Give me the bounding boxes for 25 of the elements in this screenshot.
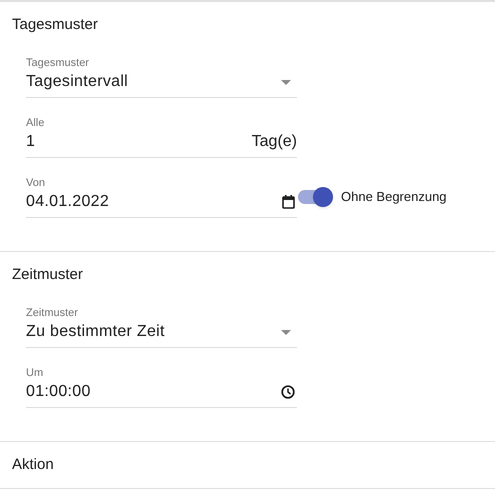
field-label: Zeitmuster	[26, 306, 79, 320]
field-label: Um	[26, 366, 44, 380]
clock-icon[interactable]	[281, 385, 295, 399]
calendar-icon[interactable]	[282, 195, 295, 209]
input-field[interactable]: Von 04.01.2022	[26, 176, 297, 218]
select-field[interactable]: Zeitmuster Zu bestimmter Zeit	[26, 306, 297, 348]
input-field[interactable]: Alle 1 Tag(e)	[26, 116, 297, 158]
section-title: Aktion	[12, 455, 55, 474]
field-value: 04.01.2022	[26, 192, 110, 212]
unit-suffix: Tag(e)	[252, 132, 297, 152]
toggle-switch[interactable]	[298, 190, 332, 204]
dropdown-caret-icon	[281, 330, 291, 334]
toggle-label: Ohne Begrenzung	[341, 188, 447, 206]
field-value: Zu bestimmter Zeit	[26, 322, 165, 342]
field-value: 1	[26, 132, 36, 152]
dropdown-caret-icon	[281, 80, 291, 84]
section-title: Tagesmuster	[12, 15, 99, 34]
field-label: Von	[26, 176, 46, 190]
section-title: Zeitmuster	[12, 265, 84, 284]
field-label: Alle	[26, 116, 46, 130]
field-label: Tagesmuster	[26, 56, 90, 70]
input-field[interactable]: Um 01:00:00	[26, 366, 297, 408]
select-field[interactable]: Tagesmuster Tagesintervall	[26, 56, 297, 98]
field-value: Tagesintervall	[26, 72, 128, 92]
field-value: 01:00:00	[26, 382, 91, 402]
